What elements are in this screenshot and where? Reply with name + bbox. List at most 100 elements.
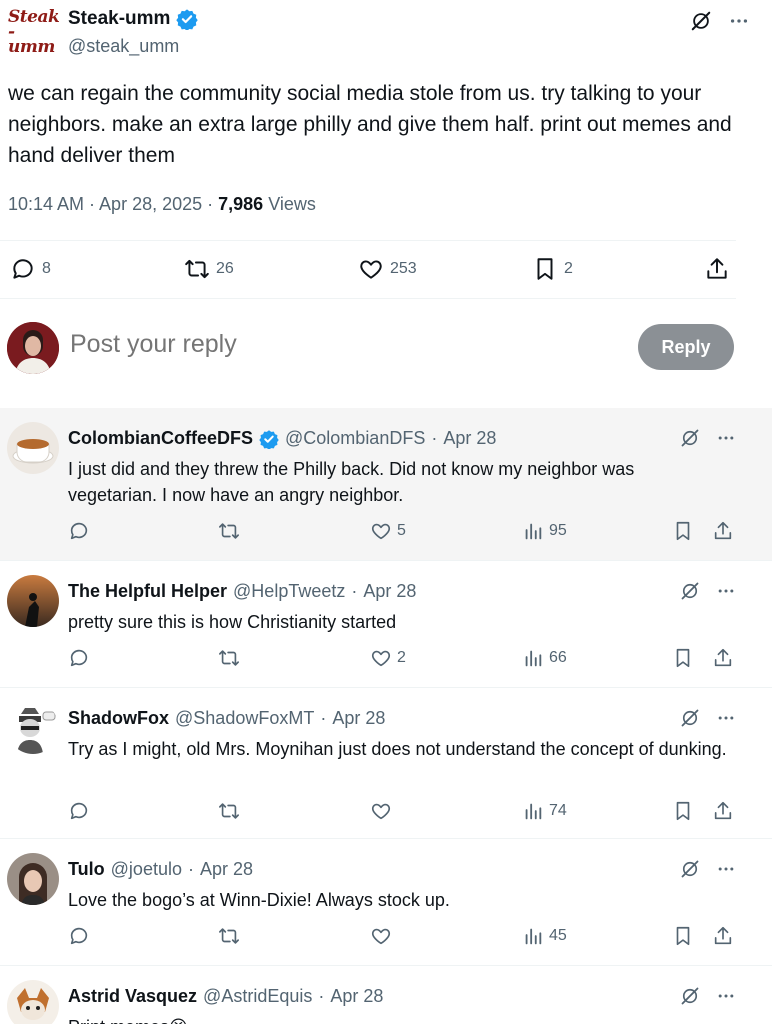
like-action[interactable]: 5 xyxy=(370,520,406,542)
separator-dot: · xyxy=(431,428,438,448)
bookmark-action[interactable] xyxy=(672,647,694,669)
share-action[interactable] xyxy=(712,800,734,822)
views-action[interactable]: 74 xyxy=(522,800,567,822)
bookmark-action[interactable]: 2 xyxy=(532,256,573,282)
bookmark-action[interactable] xyxy=(672,800,694,822)
share-icon xyxy=(712,520,734,542)
reply-date[interactable]: Apr 28 xyxy=(363,581,416,602)
author-avatar[interactable]: Steak -umm xyxy=(8,7,60,57)
bookmark-icon xyxy=(532,256,558,282)
reply-date[interactable]: Apr 28 xyxy=(443,428,496,449)
verified-badge-icon xyxy=(259,429,279,449)
share-action[interactable] xyxy=(712,520,734,542)
views-action[interactable]: 45 xyxy=(522,925,567,947)
share-action[interactable] xyxy=(704,256,730,282)
reply-input[interactable] xyxy=(70,330,470,359)
tweet-action-bar: 8 26 253 2 xyxy=(10,256,740,286)
reply-author-name[interactable]: Astrid Vasquez xyxy=(68,986,197,1007)
more-icon[interactable] xyxy=(716,428,736,448)
more-icon[interactable] xyxy=(728,10,750,32)
separator-dot: · xyxy=(187,859,194,879)
reply-header: Tulo @joetulo · Apr 28 xyxy=(68,859,253,880)
separator-dot: · xyxy=(320,708,327,728)
repost-icon xyxy=(218,647,240,669)
grok-icon[interactable] xyxy=(680,581,700,601)
grok-icon[interactable] xyxy=(680,859,700,879)
reply-author-name[interactable]: ColombianCoffeeDFS xyxy=(68,428,253,449)
reply-date[interactable]: Apr 28 xyxy=(330,986,383,1007)
reply-header: ShadowFox @ShadowFoxMT · Apr 28 xyxy=(68,708,385,729)
views-action[interactable]: 66 xyxy=(522,647,567,669)
repost-action[interactable] xyxy=(218,925,240,947)
reply-action[interactable] xyxy=(68,925,90,947)
author-name[interactable]: Steak-umm xyxy=(68,8,199,30)
repost-action[interactable] xyxy=(218,647,240,669)
steak-umm-logo: Steak -umm xyxy=(8,7,60,57)
reply-author-name[interactable]: The Helpful Helper xyxy=(68,581,227,602)
reply-item[interactable]: Tulo @joetulo · Apr 28 Love the bogo’s a… xyxy=(0,839,772,965)
reply-author-handle[interactable]: @AstridEquis xyxy=(203,986,312,1007)
reply-button[interactable]: Reply xyxy=(638,324,734,370)
avatar[interactable] xyxy=(7,853,59,905)
like-action[interactable] xyxy=(370,800,397,822)
current-user-avatar[interactable] xyxy=(7,322,59,374)
share-icon xyxy=(712,647,734,669)
grok-icon[interactable] xyxy=(690,10,712,32)
reply-author-handle[interactable]: @joetulo xyxy=(111,859,182,880)
avatar[interactable] xyxy=(7,422,59,474)
repost-action[interactable] xyxy=(218,520,240,542)
reply-icon xyxy=(68,647,90,669)
reply-item[interactable]: Astrid Vasquez @AstridEquis · Apr 28 Pri… xyxy=(0,966,772,1024)
separator-dot: · xyxy=(318,986,325,1006)
reply-action[interactable] xyxy=(68,800,90,822)
grok-icon[interactable] xyxy=(680,428,700,448)
reply-author-handle[interactable]: @ShadowFoxMT xyxy=(175,708,314,729)
avatar[interactable] xyxy=(7,980,59,1024)
share-action[interactable] xyxy=(712,925,734,947)
reply-header: ColombianCoffeeDFS @ColombianDFS · Apr 2… xyxy=(68,428,496,449)
reply-author-handle[interactable]: @HelpTweetz xyxy=(233,581,345,602)
repost-icon xyxy=(218,925,240,947)
view-count: 45 xyxy=(549,927,567,944)
reply-text: pretty sure this is how Christianity sta… xyxy=(68,612,397,632)
grok-icon[interactable] xyxy=(680,708,700,728)
reply-text: I just did and they threw the Philly bac… xyxy=(68,459,635,505)
repost-action[interactable]: 26 xyxy=(184,256,234,282)
like-action[interactable]: 253 xyxy=(358,256,417,282)
reply-header: Astrid Vasquez @AstridEquis · Apr 28 xyxy=(68,986,383,1007)
tweet-timestamp[interactable]: 10:14 AM · Apr 28, 2025 · xyxy=(8,194,218,214)
share-icon xyxy=(712,800,734,822)
grok-icon[interactable] xyxy=(680,986,700,1006)
bookmark-action[interactable] xyxy=(672,520,694,542)
main-tweet: Steak -umm Steak-umm @steak_umm we can r… xyxy=(0,0,772,300)
reply-action-bar: 74 xyxy=(68,800,748,824)
more-icon[interactable] xyxy=(716,859,736,879)
reply-author-name[interactable]: ShadowFox xyxy=(68,708,169,729)
avatar[interactable] xyxy=(7,702,59,754)
reply-author-handle[interactable]: @ColombianDFS xyxy=(285,428,425,449)
reply-action[interactable]: 8 xyxy=(10,256,51,282)
like-action[interactable] xyxy=(370,925,397,947)
repost-action[interactable] xyxy=(218,800,240,822)
tweet-meta: 10:14 AM · Apr 28, 2025 · 7,986 Views xyxy=(8,194,316,215)
reply-date[interactable]: Apr 28 xyxy=(332,708,385,729)
bookmark-action[interactable] xyxy=(672,925,694,947)
author-handle[interactable]: @steak_umm xyxy=(68,36,179,57)
avatar[interactable] xyxy=(7,575,59,627)
like-count: 2 xyxy=(397,649,406,666)
reply-item[interactable]: The Helpful Helper @HelpTweetz · Apr 28 … xyxy=(0,561,772,687)
reply-item[interactable]: ColombianCoffeeDFS @ColombianDFS · Apr 2… xyxy=(0,408,772,560)
reply-date[interactable]: Apr 28 xyxy=(200,859,253,880)
more-icon[interactable] xyxy=(716,581,736,601)
reply-action[interactable] xyxy=(68,520,90,542)
more-icon[interactable] xyxy=(716,708,736,728)
reply-author-name[interactable]: Tulo xyxy=(68,859,105,880)
share-icon xyxy=(704,256,730,282)
more-icon[interactable] xyxy=(716,986,736,1006)
share-action[interactable] xyxy=(712,647,734,669)
views-action[interactable]: 95 xyxy=(522,520,567,542)
like-action[interactable]: 2 xyxy=(370,647,406,669)
reply-action[interactable] xyxy=(68,647,90,669)
view-count: 74 xyxy=(549,802,567,819)
reply-item[interactable]: ShadowFox @ShadowFoxMT · Apr 28 Try as I… xyxy=(0,688,772,838)
